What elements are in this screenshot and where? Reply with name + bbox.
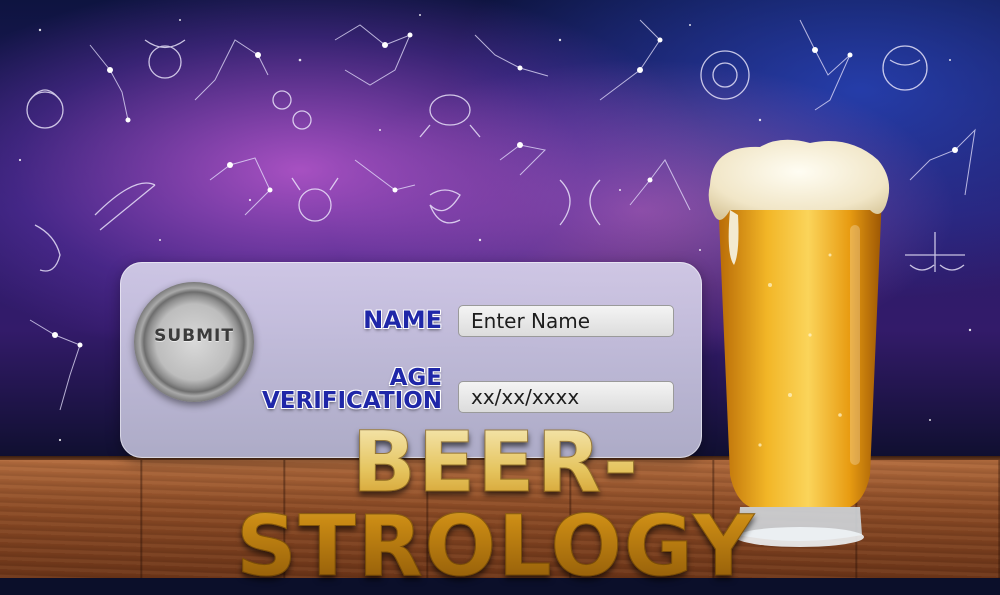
app-title: BEER-STROLOGY <box>96 420 896 589</box>
gemini-icon <box>272 90 312 130</box>
age-label-line2: VERIFICATION <box>262 388 442 414</box>
name-input[interactable] <box>458 305 674 337</box>
aries-icon <box>26 89 64 129</box>
aquarius-icon <box>429 189 461 224</box>
libra-icon <box>905 232 965 272</box>
leo-icon <box>700 50 750 100</box>
scorpio-icon <box>34 224 61 272</box>
capricorn-icon <box>291 177 339 222</box>
virgo-icon <box>882 45 928 91</box>
cancer-icon <box>419 94 481 138</box>
age-label-line1: AGE <box>389 365 442 391</box>
age-verification-label: AGE VERIFICATION <box>232 367 442 413</box>
name-label: NAME <box>363 306 442 334</box>
sagittarius-icon <box>94 182 156 231</box>
submit-label: SUBMIT <box>154 326 234 346</box>
taurus-icon <box>144 39 186 79</box>
birthdate-input[interactable] <box>458 381 674 413</box>
pisces-icon <box>559 179 601 226</box>
beer-foam <box>708 139 890 220</box>
